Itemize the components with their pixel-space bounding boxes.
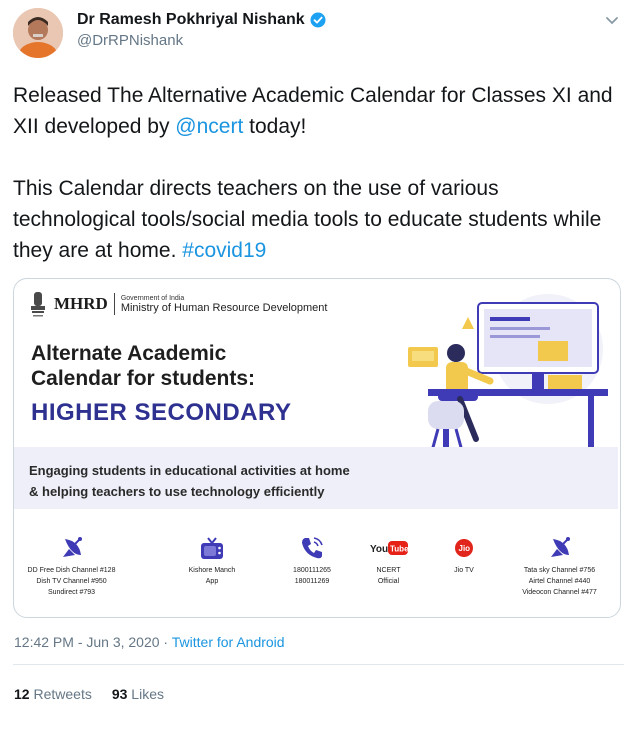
chevron-down-icon[interactable] xyxy=(604,12,620,28)
tweet-paragraph-1: Released The Alternative Academic Calend… xyxy=(13,80,623,142)
channel-label: Jio TV xyxy=(454,567,474,574)
channel-item-kishore-manch: Kishore Manch App xyxy=(167,535,257,587)
channel-item-phone: 1800111265 180011269 xyxy=(272,535,352,587)
national-emblem-icon xyxy=(31,292,45,317)
tweet-text-segment: today! xyxy=(243,115,307,138)
youtube-icon: You Tube xyxy=(370,541,409,555)
satellite-dish-icon xyxy=(550,537,570,557)
channel-item-dd-free-dish: DD Free Dish Channel #128 Dish TV Channe… xyxy=(14,535,129,598)
gov-of-india-label: Government of India xyxy=(120,294,185,302)
svg-text:Jio: Jio xyxy=(459,544,471,553)
tweet-source-link[interactable]: Twitter for Android xyxy=(172,634,285,650)
mention-link[interactable]: @ncert xyxy=(175,115,243,138)
satellite-dish-icon xyxy=(62,537,82,557)
phone-icon xyxy=(302,537,323,559)
channel-label: 1800111265 180011269 xyxy=(293,567,331,585)
tweet-paragraph-2: This Calendar directs teachers on the us… xyxy=(13,173,623,266)
mhrd-label: MHRD xyxy=(54,294,108,313)
channel-label: Kishore Manch App xyxy=(188,567,236,585)
meta-divider xyxy=(13,664,624,665)
card-headline-line-1: Alternate Academic xyxy=(31,342,227,365)
info-band-line-2: & helping teachers to use technology eff… xyxy=(29,484,325,499)
hashtag-link[interactable]: #covid19 xyxy=(182,239,266,262)
jio-tv-icon: Jio xyxy=(455,539,473,557)
tweet-text-segment: This Calendar directs teachers on the us… xyxy=(13,177,602,262)
channel-label: DD Free Dish Channel #128 Dish TV Channe… xyxy=(27,567,116,596)
channel-label: NCERT Official xyxy=(376,567,401,585)
avatar-image xyxy=(13,8,63,58)
card-headline: Alternate Academic Calendar for students… xyxy=(31,341,255,391)
mhrd-header: MHRD Government of India Ministry of Hum… xyxy=(28,289,327,319)
author-handle[interactable]: @DrRPNishank xyxy=(77,32,183,49)
verified-badge-icon xyxy=(310,12,326,28)
tweet-text: Released The Alternative Academic Calend… xyxy=(13,80,623,266)
retweets-label: Retweets xyxy=(33,686,92,702)
likes-stat[interactable]: 93 Likes xyxy=(112,686,164,702)
tweet: Dr Ramesh Pokhriyal Nishank @DrRPNishank… xyxy=(0,0,638,730)
meta-separator: · xyxy=(159,634,172,650)
channel-item-jio-tv: Jio Jio TV xyxy=(439,535,489,576)
svg-text:You: You xyxy=(370,544,388,555)
card-headline-line-2: Calendar for students: xyxy=(31,367,256,390)
author-name-row: Dr Ramesh Pokhriyal Nishank xyxy=(77,11,326,29)
tweet-stats: 12 Retweets 93 Likes xyxy=(14,686,164,702)
ministry-block: Government of India Ministry of Human Re… xyxy=(121,295,328,314)
ministry-label: Ministry of Human Resource Development xyxy=(120,301,328,314)
channel-item-youtube: You Tube NCERT Official xyxy=(361,535,416,587)
card-subheadline: HIGHER SECONDARY xyxy=(31,399,292,426)
channel-item-tata-sky: Tata sky Channel #756 Airtel Channel #44… xyxy=(502,535,617,598)
student-at-computer-illustration xyxy=(408,294,608,452)
author-name[interactable]: Dr Ramesh Pokhriyal Nishank xyxy=(77,11,305,29)
likes-label: Likes xyxy=(131,686,164,702)
info-band-text: Engaging students in educational activit… xyxy=(29,460,409,502)
svg-text:Tube: Tube xyxy=(390,545,409,554)
tweet-meta: 12:42 PM - Jun 3, 2020 · Twitter for And… xyxy=(14,634,285,650)
author-avatar[interactable] xyxy=(13,8,63,58)
likes-count: 93 xyxy=(111,686,128,702)
retweets-stat[interactable]: 12 Retweets xyxy=(14,686,92,702)
mhrd-divider xyxy=(113,293,115,315)
tv-icon xyxy=(201,537,223,559)
info-band-line-1: Engaging students in educational activit… xyxy=(29,463,350,478)
tweet-text-segment: Released The Alternative Academic Calend… xyxy=(13,84,613,138)
tweet-timestamp[interactable]: 12:42 PM - Jun 3, 2020 xyxy=(14,634,160,650)
retweets-count: 12 xyxy=(14,686,30,702)
channel-label: Tata sky Channel #756 Airtel Channel #44… xyxy=(522,567,597,596)
channel-icons-row: DD Free Dish Channel #128 Dish TV Channe… xyxy=(14,535,618,605)
media-card[interactable]: MHRD Government of India Ministry of Hum… xyxy=(13,278,621,618)
